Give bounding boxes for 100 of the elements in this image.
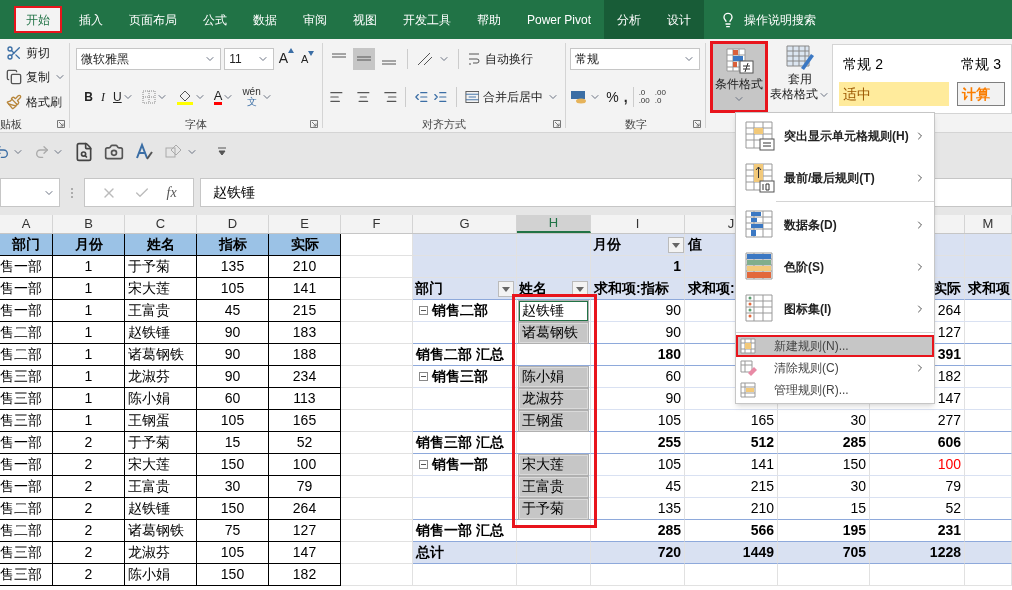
table-cell: 售三部 bbox=[0, 564, 53, 586]
ribbon-tab[interactable]: 设计 bbox=[654, 0, 705, 39]
spelling-icon[interactable] bbox=[134, 141, 154, 162]
dialog-launcher-icon[interactable] bbox=[693, 120, 702, 128]
orientation-icon[interactable] bbox=[416, 50, 435, 67]
empty-cell bbox=[341, 344, 413, 366]
table-cell: 100 bbox=[269, 454, 341, 476]
pivot-cell: 90 bbox=[591, 300, 685, 322]
column-header[interactable]: A bbox=[0, 215, 53, 233]
collapse-icon[interactable] bbox=[419, 460, 428, 469]
ribbon-tab[interactable]: 公式 bbox=[190, 0, 240, 39]
column-header[interactable]: D bbox=[197, 215, 269, 233]
cell-style-swatch[interactable]: 常规 3 bbox=[957, 52, 1005, 76]
ribbon-tab[interactable]: 开始 bbox=[14, 6, 62, 33]
dialog-launcher-icon[interactable] bbox=[57, 120, 66, 128]
increase-decimal-button[interactable]: .0 .00 bbox=[638, 89, 650, 105]
bold-button[interactable]: B bbox=[84, 88, 94, 107]
table-cell: 售一部 bbox=[0, 278, 53, 300]
menu-item[interactable]: 新建规则(N)... bbox=[736, 335, 934, 357]
cut-button[interactable]: 剪切 bbox=[26, 44, 50, 63]
table-cell: 售一部 bbox=[0, 454, 53, 476]
dialog-launcher-icon[interactable] bbox=[553, 120, 562, 128]
pivot-name-cell[interactable]: 于予菊 bbox=[519, 498, 588, 519]
highlight-cells-icon bbox=[744, 120, 776, 152]
pivot-name-cell[interactable]: 龙淑芬 bbox=[519, 388, 588, 409]
underline-button[interactable]: U bbox=[113, 88, 122, 107]
column-header[interactable]: E bbox=[269, 215, 341, 233]
empty-cell bbox=[965, 344, 1012, 366]
table-header-cell: 姓名 bbox=[125, 234, 197, 256]
pivot-cell: 165 bbox=[685, 410, 778, 432]
merge-center-button[interactable]: 合并后居中 bbox=[483, 88, 544, 107]
pivot-name-cell[interactable]: 王富贵 bbox=[519, 476, 588, 497]
ribbon-tab[interactable]: 视图 bbox=[340, 0, 390, 39]
table-cell: 于予菊 bbox=[125, 256, 197, 278]
column-header[interactable]: I bbox=[591, 215, 685, 233]
ribbon-tab[interactable]: Power Pivot bbox=[514, 0, 605, 39]
percent-button[interactable]: % bbox=[606, 86, 619, 108]
ribbon-tab[interactable]: 页面布局 bbox=[116, 0, 190, 39]
table-cell: 1 bbox=[53, 344, 125, 366]
table-cell: 165 bbox=[269, 410, 341, 432]
dialog-launcher-icon[interactable] bbox=[310, 120, 319, 128]
collapse-icon[interactable] bbox=[419, 306, 428, 315]
pivot-cell: 45 bbox=[591, 476, 685, 498]
number-format-field[interactable]: 常规 bbox=[570, 47, 701, 70]
table-cell: 150 bbox=[197, 498, 269, 520]
tell-me-search[interactable]: 操作说明搜索 bbox=[744, 10, 817, 29]
insert-function-button[interactable]: fx bbox=[166, 182, 177, 203]
comma-button[interactable]: , bbox=[623, 86, 628, 108]
table-cell: 2 bbox=[53, 542, 125, 564]
pivot-row-label: 销售三部 bbox=[432, 367, 488, 386]
column-header[interactable]: H bbox=[517, 215, 591, 233]
ribbon-tab[interactable]: 分析 bbox=[604, 0, 655, 39]
cell-style-swatch[interactable]: 适中 bbox=[839, 82, 950, 106]
pivot-name-cell[interactable]: 王钢蛋 bbox=[519, 410, 588, 431]
table-cell: 90 bbox=[197, 366, 269, 388]
ribbon-tab[interactable]: 审阅 bbox=[290, 0, 340, 39]
drag-handle-icon[interactable] bbox=[70, 187, 74, 199]
customize-toolbar-icon[interactable] bbox=[216, 146, 228, 157]
paintbrush-icon bbox=[6, 93, 22, 110]
print-preview-icon[interactable] bbox=[74, 141, 94, 162]
column-header[interactable]: M bbox=[965, 215, 1012, 233]
ribbon-tab[interactable]: 数据 bbox=[240, 0, 290, 39]
pivot-name-cell[interactable]: 陈小娟 bbox=[519, 366, 588, 387]
format-as-table-button[interactable]: 套用 表格格式 bbox=[772, 41, 829, 113]
pivot-name-cell[interactable]: 宋大莲 bbox=[519, 454, 588, 475]
pivot-cell: 512 bbox=[685, 432, 778, 454]
fill-color-icon[interactable] bbox=[175, 89, 194, 106]
cell-style-swatch[interactable]: 常规 2 bbox=[839, 52, 950, 76]
currency-icon[interactable] bbox=[570, 89, 589, 105]
column-header[interactable]: F bbox=[341, 215, 413, 233]
pivot-cell: 150 bbox=[778, 454, 870, 476]
collapse-icon[interactable] bbox=[419, 372, 428, 381]
table-cell: 售一部 bbox=[0, 300, 53, 322]
format-painter-button[interactable]: 格式刷 bbox=[26, 92, 62, 111]
table-cell: 90 bbox=[197, 322, 269, 344]
wrap-text-button[interactable]: 自动换行 bbox=[485, 49, 534, 68]
italic-button[interactable]: I bbox=[101, 88, 106, 107]
pivot-name-cell[interactable]: 赵铁锤 bbox=[519, 300, 588, 321]
filter-dropdown-icon[interactable] bbox=[668, 236, 684, 253]
font-size-field[interactable]: 11 bbox=[224, 47, 274, 70]
ribbon-tab[interactable]: 插入 bbox=[66, 0, 116, 39]
ribbon-tab[interactable]: 开发工具 bbox=[390, 0, 464, 39]
align-middle-icon[interactable] bbox=[353, 47, 376, 70]
pivot-name-cell[interactable]: 诸葛钢铁 bbox=[519, 322, 588, 343]
font-name-field[interactable]: 微软雅黑 bbox=[76, 47, 222, 70]
table-cell: 龙淑芬 bbox=[125, 366, 197, 388]
grow-font-button[interactable]: A bbox=[276, 48, 296, 70]
column-header[interactable]: C bbox=[125, 215, 197, 233]
ribbon-tab[interactable]: 帮助 bbox=[464, 0, 514, 39]
decrease-decimal-button[interactable]: .00 .0 bbox=[654, 89, 666, 105]
copy-button[interactable]: 复制 bbox=[26, 68, 50, 87]
phonetic-button[interactable]: wén 文 bbox=[242, 87, 261, 108]
table-cell: 234 bbox=[269, 366, 341, 388]
conditional-formatting-button[interactable]: 条件格式 bbox=[710, 41, 769, 113]
font-color-button[interactable]: A bbox=[213, 89, 223, 105]
column-header[interactable]: B bbox=[53, 215, 125, 233]
table-cell: 45 bbox=[197, 300, 269, 322]
filter-dropdown-icon[interactable] bbox=[498, 280, 514, 297]
shrink-font-button[interactable]: A bbox=[299, 50, 317, 67]
menu-item[interactable]: 突出显示单元格规则(H) bbox=[736, 115, 934, 157]
